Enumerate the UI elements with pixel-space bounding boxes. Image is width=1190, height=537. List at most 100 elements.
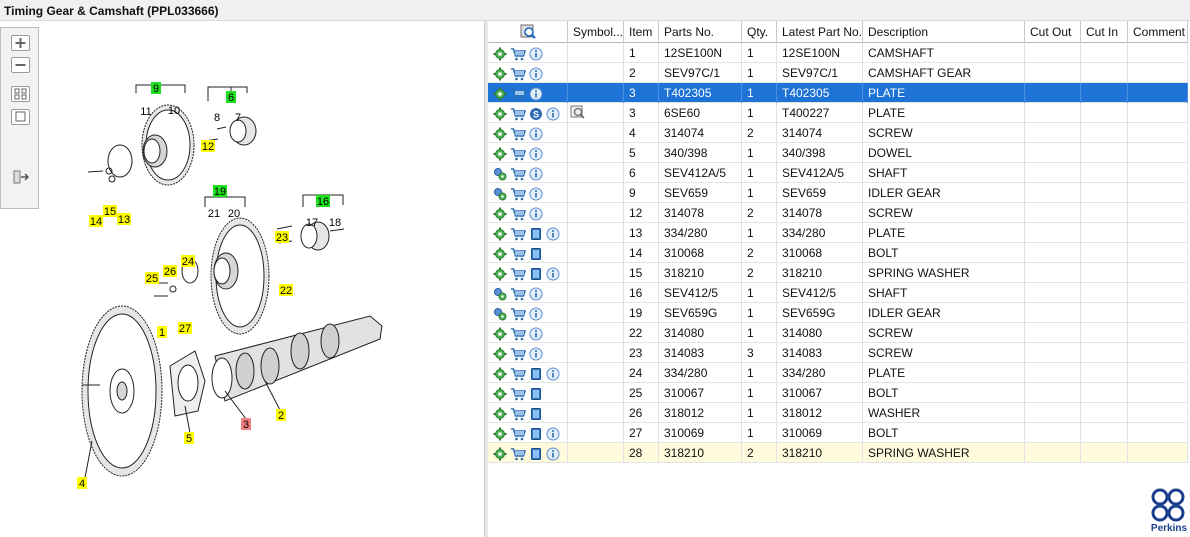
gear-icon[interactable]	[493, 387, 507, 401]
gear-icon[interactable]	[493, 227, 507, 241]
shopping-cart-icon[interactable]	[510, 367, 526, 381]
table-row[interactable]: 6 SEV412A/5 1 SEV412A/5 SHAFT	[488, 163, 1188, 183]
gear-icon[interactable]	[493, 447, 507, 461]
gear-icon[interactable]	[493, 407, 507, 421]
info-icon[interactable]	[529, 287, 543, 301]
exploded-diagram-panel[interactable]: 9 6 19 16 12 15 14 13 23 22 24 26 25 27 1 2 4 5 3 11 10 8 7 21 2…	[0, 21, 484, 537]
table-row[interactable]: S 3 6SE60 1 T400227 PLATE	[488, 103, 1188, 123]
callout-26[interactable]: 26	[163, 265, 177, 278]
column-header-symbol[interactable]: Symbol...	[568, 21, 624, 43]
column-header-comment[interactable]: Comment	[1128, 21, 1188, 43]
table-row[interactable]: 23 314083 3 314083 SCREW	[488, 343, 1188, 363]
callout-3[interactable]: 3	[241, 418, 251, 431]
book-icon[interactable]	[529, 427, 543, 441]
gear-icon[interactable]	[493, 87, 507, 101]
gears-icon[interactable]	[493, 307, 507, 321]
book-icon[interactable]	[529, 387, 543, 401]
book-icon[interactable]	[529, 447, 543, 461]
table-row[interactable]: 19 SEV659G 1 SEV659G IDLER GEAR	[488, 303, 1188, 323]
shopping-cart-icon[interactable]	[510, 127, 526, 141]
table-row[interactable]: 26 318012 1 318012 WASHER	[488, 403, 1188, 423]
gears-icon[interactable]	[493, 287, 507, 301]
shopping-cart-icon[interactable]	[510, 67, 526, 81]
callout-9[interactable]: 9	[151, 82, 161, 95]
book-icon[interactable]	[529, 367, 543, 381]
shopping-cart-icon[interactable]	[510, 187, 526, 201]
shopping-cart-icon[interactable]	[510, 207, 526, 221]
callout-24[interactable]: 24	[181, 255, 195, 268]
gear-icon[interactable]	[493, 67, 507, 81]
callout-13[interactable]: 13	[117, 213, 131, 226]
shopping-cart-icon[interactable]	[510, 347, 526, 361]
info-icon[interactable]	[529, 307, 543, 321]
shopping-cart-icon[interactable]	[510, 327, 526, 341]
gear-icon[interactable]	[493, 267, 507, 281]
shopping-cart-icon[interactable]	[510, 227, 526, 241]
table-row[interactable]: 25 310067 1 310067 BOLT	[488, 383, 1188, 403]
info-icon[interactable]	[529, 327, 543, 341]
info-icon[interactable]	[529, 167, 543, 181]
callout-22[interactable]: 22	[279, 284, 293, 297]
shopping-cart-icon[interactable]	[510, 47, 526, 61]
callout-12[interactable]: 12	[201, 140, 215, 153]
callout-27[interactable]: 27	[178, 322, 192, 335]
callout-1[interactable]: 1	[157, 326, 167, 339]
callout-23[interactable]: 23	[275, 231, 289, 244]
gear-icon[interactable]	[493, 47, 507, 61]
gear-icon[interactable]	[493, 367, 507, 381]
supersession-icon[interactable]: S	[529, 107, 543, 121]
shopping-cart-icon[interactable]	[510, 447, 526, 461]
info-icon[interactable]	[546, 367, 560, 381]
gear-icon[interactable]	[493, 127, 507, 141]
info-icon[interactable]	[546, 447, 560, 461]
table-row[interactable]: 15 318210 2 318210 SPRING WASHER	[488, 263, 1188, 283]
shopping-cart-icon[interactable]	[510, 107, 526, 121]
info-icon[interactable]	[529, 187, 543, 201]
table-row[interactable]: 4 314074 2 314074 SCREW	[488, 123, 1188, 143]
info-icon[interactable]	[529, 347, 543, 361]
table-row[interactable]: 27 310069 1 310069 BOLT	[488, 423, 1188, 443]
book-icon[interactable]	[529, 407, 543, 421]
table-row[interactable]: 13 334/280 1 334/280 PLATE	[488, 223, 1188, 243]
info-icon[interactable]	[529, 147, 543, 161]
info-icon[interactable]	[546, 427, 560, 441]
gear-icon[interactable]	[493, 327, 507, 341]
info-icon[interactable]	[529, 47, 543, 61]
info-icon[interactable]	[529, 207, 543, 221]
info-icon[interactable]	[529, 87, 543, 101]
shopping-cart-icon[interactable]	[510, 87, 526, 101]
book-icon[interactable]	[529, 267, 543, 281]
table-row[interactable]: 14 310068 2 310068 BOLT	[488, 243, 1188, 263]
gears-icon[interactable]	[493, 167, 507, 181]
gear-icon[interactable]	[493, 347, 507, 361]
column-header-actions[interactable]	[488, 21, 568, 43]
table-row[interactable]: 22 314080 1 314080 SCREW	[488, 323, 1188, 343]
table-row[interactable]: 24 334/280 1 334/280 PLATE	[488, 363, 1188, 383]
shopping-cart-icon[interactable]	[510, 387, 526, 401]
callout-15[interactable]: 15	[103, 205, 117, 218]
table-row[interactable]: 5 340/398 1 340/398 DOWEL	[488, 143, 1188, 163]
callout-5[interactable]: 5	[184, 432, 194, 445]
column-header-description[interactable]: Description	[863, 21, 1025, 43]
shopping-cart-icon[interactable]	[510, 147, 526, 161]
gear-icon[interactable]	[493, 107, 507, 121]
column-header-item[interactable]: Item	[624, 21, 659, 43]
column-header-parts-no[interactable]: Parts No.	[659, 21, 742, 43]
book-icon[interactable]	[529, 227, 543, 241]
shopping-cart-icon[interactable]	[510, 287, 526, 301]
table-row[interactable]: 1 12SE100N 1 12SE100N CAMSHAFT	[488, 43, 1188, 63]
info-icon[interactable]	[529, 127, 543, 141]
gears-icon[interactable]	[493, 187, 507, 201]
shopping-cart-icon[interactable]	[510, 167, 526, 181]
callout-16[interactable]: 16	[316, 195, 330, 208]
info-icon[interactable]	[546, 267, 560, 281]
table-row[interactable]: 3 T402305 1 T402305 PLATE	[488, 83, 1188, 103]
table-row[interactable]: 16 SEV412/5 1 SEV412/5 SHAFT	[488, 283, 1188, 303]
gear-icon[interactable]	[493, 427, 507, 441]
info-icon[interactable]	[546, 107, 560, 121]
table-row[interactable]: 2 SEV97C/1 1 SEV97C/1 CAMSHAFT GEAR	[488, 63, 1188, 83]
shopping-cart-icon[interactable]	[510, 267, 526, 281]
callout-6[interactable]: 6	[226, 91, 236, 104]
view-symbol-icon[interactable]	[570, 105, 586, 119]
callout-25[interactable]: 25	[145, 272, 159, 285]
